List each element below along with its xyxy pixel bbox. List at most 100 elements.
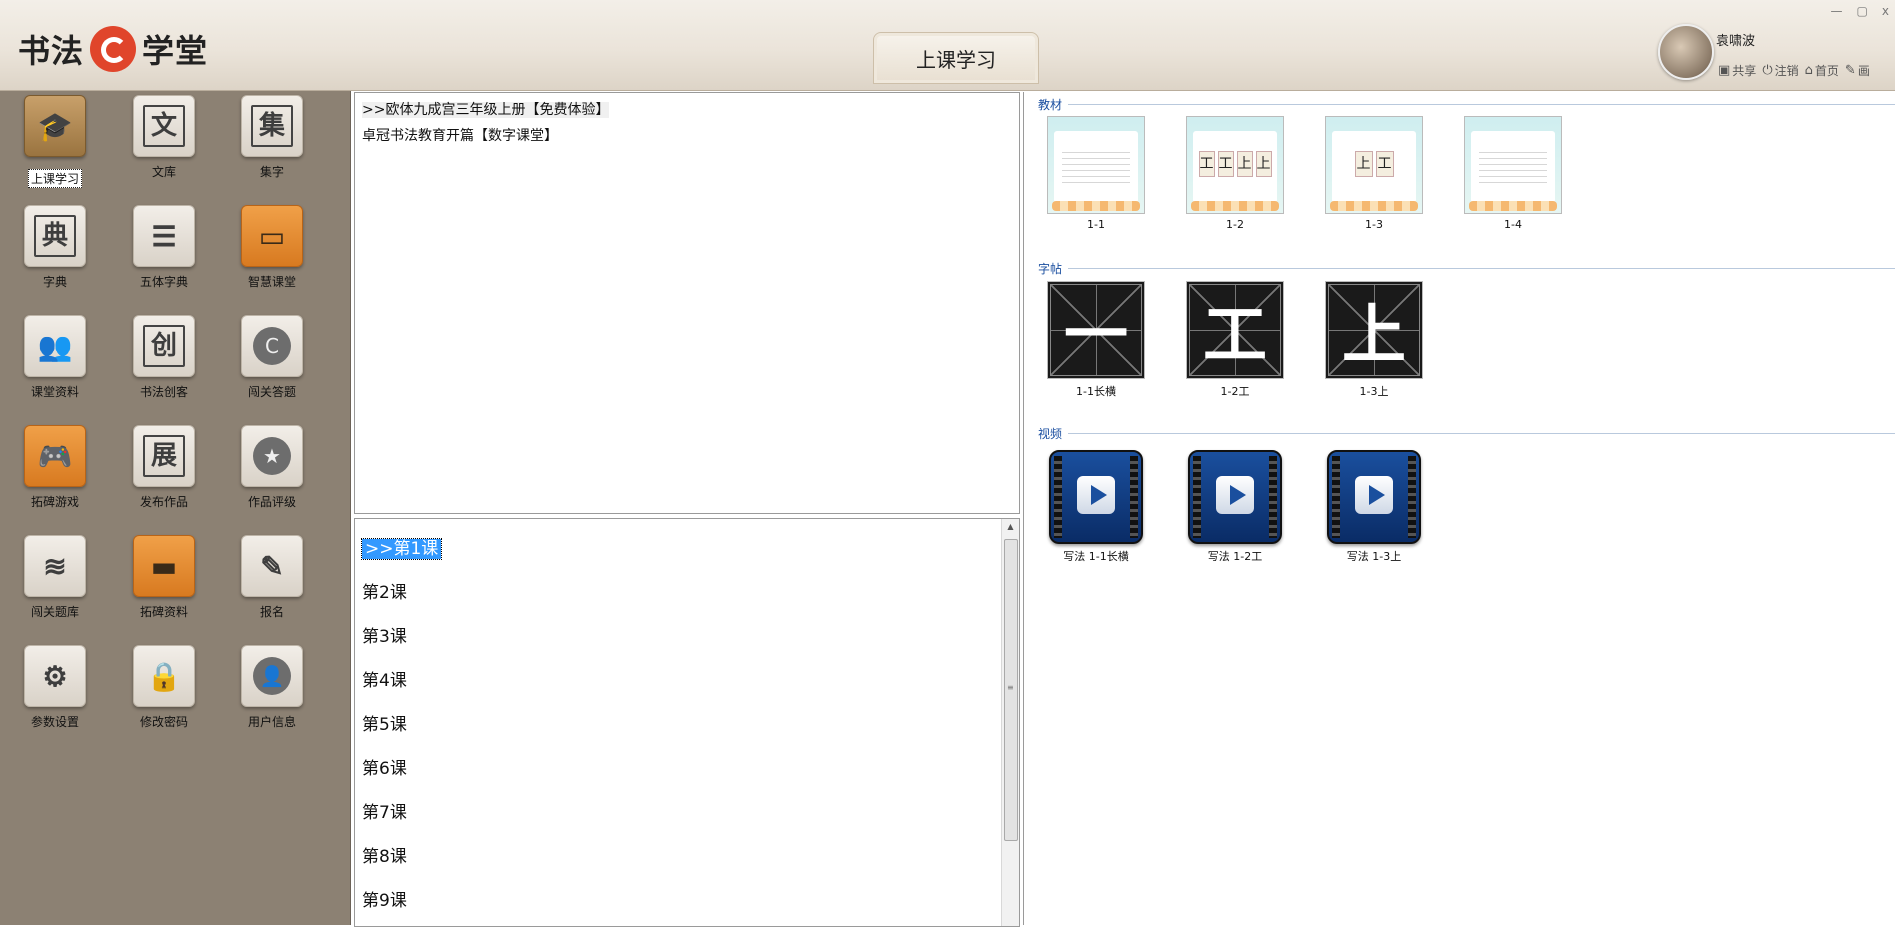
textbook-thumb[interactable]: 1-1 <box>1046 116 1146 231</box>
sidebar-item[interactable]: ★ 作品评级 <box>222 425 322 510</box>
thumb-label: 1-3上 <box>1359 385 1389 398</box>
sidebar-item-label-wrap: 作品评级 <box>222 493 322 510</box>
copybook-thumb[interactable]: 上 1-3上 <box>1324 281 1424 399</box>
textbook-thumb[interactable]: 1-4 <box>1463 116 1563 231</box>
lesson-item[interactable]: >>第1课 <box>355 527 1019 571</box>
slide-border <box>1469 201 1557 211</box>
sidebar-item-label: 参数设置 <box>30 715 79 729</box>
pencil-icon: ✎ <box>1844 63 1856 78</box>
home-link-label: 首页 <box>1814 64 1839 78</box>
sidebar-item-label-wrap: 拓碑游戏 <box>5 493 105 510</box>
lesson-item[interactable]: 第3课 <box>355 615 1019 659</box>
slide-char: 工 <box>1217 151 1234 177</box>
lesson-item-label: 第4课 <box>362 671 407 691</box>
video-play-icon <box>1049 450 1143 544</box>
section-copybook: 字帖 <box>1038 260 1895 277</box>
sidebar-item[interactable]: 文文库 <box>114 95 214 180</box>
edit-icon-glyph: ✎ <box>260 549 284 583</box>
dian-char-icon: 典 <box>24 205 86 267</box>
sidebar-item-label-wrap: 报名 <box>222 603 322 620</box>
sidebar-item[interactable]: ✎ 报名 <box>222 535 322 620</box>
sidebar-item-label-wrap: 修改密码 <box>114 713 214 730</box>
sidebar-item-label-wrap: 闯关题库 <box>5 603 105 620</box>
course-item[interactable]: 卓冠书法教育开篇【数字课堂】 <box>355 122 1019 148</box>
copybook-thumb[interactable]: 一 1-1长横 <box>1046 281 1146 399</box>
sidebar-item-label: 报名 <box>259 605 284 619</box>
video-thumb[interactable]: 写法 1-2工 <box>1185 450 1285 564</box>
sidebar-item[interactable]: ▭ 智慧课堂 <box>222 205 322 290</box>
copybook-grid: 一 <box>1047 281 1145 379</box>
lesson-item[interactable]: 第9课 <box>355 879 1019 923</box>
play-icon <box>1077 476 1115 514</box>
thumb-label: 写法 1-2工 <box>1207 550 1263 563</box>
sidebar-item[interactable]: ⚙ 参数设置 <box>5 645 105 730</box>
sidebar-item[interactable]: 集集字 <box>222 95 322 180</box>
lock-icon-glyph: 🔒 <box>146 659 182 693</box>
slide-thumbnail <box>1047 116 1145 214</box>
gamepad-icon-glyph: 🎮 <box>37 439 73 473</box>
lesson-item[interactable]: 第4课 <box>355 659 1019 703</box>
lesson-item[interactable]: 第8课 <box>355 835 1019 879</box>
thumb-label: 写法 1-3上 <box>1346 550 1402 563</box>
sidebar-item[interactable]: 典字典 <box>5 205 105 290</box>
video-thumb[interactable]: 写法 1-1长横 <box>1046 450 1146 564</box>
draw-link[interactable]: ✎ 画 <box>1845 62 1870 79</box>
star-circle-icon: ★ <box>241 425 303 487</box>
slide-content: 工 工 上 上 <box>1198 151 1272 177</box>
sidebar-item[interactable]: 👤 用户信息 <box>222 645 322 730</box>
minimize-icon[interactable]: — <box>1831 4 1843 18</box>
sidebar-item[interactable]: 展发布作品 <box>114 425 214 510</box>
textbook-thumb[interactable]: 工 工 上 上 1-2 <box>1185 116 1285 231</box>
sidebar-item-label-wrap: 闯关答题 <box>222 383 322 400</box>
close-icon[interactable]: x <box>1882 4 1889 18</box>
slide-char: 工 <box>1375 151 1394 177</box>
page-title: 上课学习 <box>873 32 1039 84</box>
sidebar-item-label-wrap: 字典 <box>5 273 105 290</box>
user-circle-icon-glyph: 👤 <box>253 657 291 695</box>
lesson-item[interactable]: 第5课 <box>355 703 1019 747</box>
home-icon: ⌂ <box>1804 63 1813 78</box>
wen-char-icon: 文 <box>133 95 195 157</box>
sidebar-item[interactable]: ≋ 闯关题库 <box>5 535 105 620</box>
scrollbar-thumb[interactable]: ≡ <box>1004 539 1018 841</box>
copybook-thumb[interactable]: 工 1-2工 <box>1185 281 1285 399</box>
logo-text-right: 学堂 <box>142 32 209 70</box>
lesson-item[interactable]: 第2课 <box>355 571 1019 615</box>
lesson-item[interactable]: 第6课 <box>355 747 1019 791</box>
video-play-icon <box>1188 450 1282 544</box>
section-title: 字帖 <box>1038 262 1063 276</box>
book-icon: ▬ <box>133 535 195 597</box>
sidebar-item[interactable]: 🎮 拓碑游戏 <box>5 425 105 510</box>
dian-char-icon-glyph: 典 <box>34 215 76 257</box>
textbook-thumb[interactable]: 上 工 1-3 <box>1324 116 1424 231</box>
sidebar-item-label: 文库 <box>151 165 176 179</box>
sidebar-item[interactable]: C 闯关答题 <box>222 315 322 400</box>
gears-icon: ⚙ <box>24 645 86 707</box>
maximize-icon[interactable]: ▢ <box>1857 4 1868 18</box>
video-thumb[interactable]: 写法 1-3上 <box>1324 450 1424 564</box>
thumb-label: 1-3 <box>1365 218 1383 231</box>
sidebar-item[interactable]: ☰ 五体字典 <box>114 205 214 290</box>
course-item[interactable]: >>欧体九成宫三年级上册【免费体验】 <box>355 96 1019 122</box>
lesson-scrollbar[interactable]: ▲ ≡ <box>1001 519 1019 926</box>
edit-icon: ✎ <box>241 535 303 597</box>
sidebar-item[interactable]: 🔒 修改密码 <box>114 645 214 730</box>
thumb-label: 1-2 <box>1226 218 1244 231</box>
logout-link[interactable]: ⏻ 注销 <box>1762 62 1798 79</box>
share-link[interactable]: ▣ 共享 <box>1718 62 1756 79</box>
thumb-label: 写法 1-1长横 <box>1063 550 1129 563</box>
avatar[interactable] <box>1658 24 1714 80</box>
home-link[interactable]: ⌂ 首页 <box>1805 62 1839 79</box>
sidebar-item[interactable]: 👥 课堂资料 <box>5 315 105 400</box>
lesson-item[interactable]: 第7课 <box>355 791 1019 835</box>
lesson-item-label: 第8课 <box>362 847 407 867</box>
scroll-up-icon[interactable]: ▲ <box>1002 519 1019 535</box>
slide-char: 上 <box>1236 151 1253 177</box>
copybook-char: 上 <box>1342 298 1406 373</box>
chuang-char-icon: 创 <box>133 315 195 377</box>
sidebar-item[interactable]: 创书法创客 <box>114 315 214 400</box>
copybook-char: 工 <box>1203 298 1267 373</box>
sidebar-item[interactable]: ▬ 拓碑资料 <box>114 535 214 620</box>
thumb-label: 1-4 <box>1504 218 1522 231</box>
sidebar-item[interactable]: 🎓 上课学习 <box>5 95 105 188</box>
